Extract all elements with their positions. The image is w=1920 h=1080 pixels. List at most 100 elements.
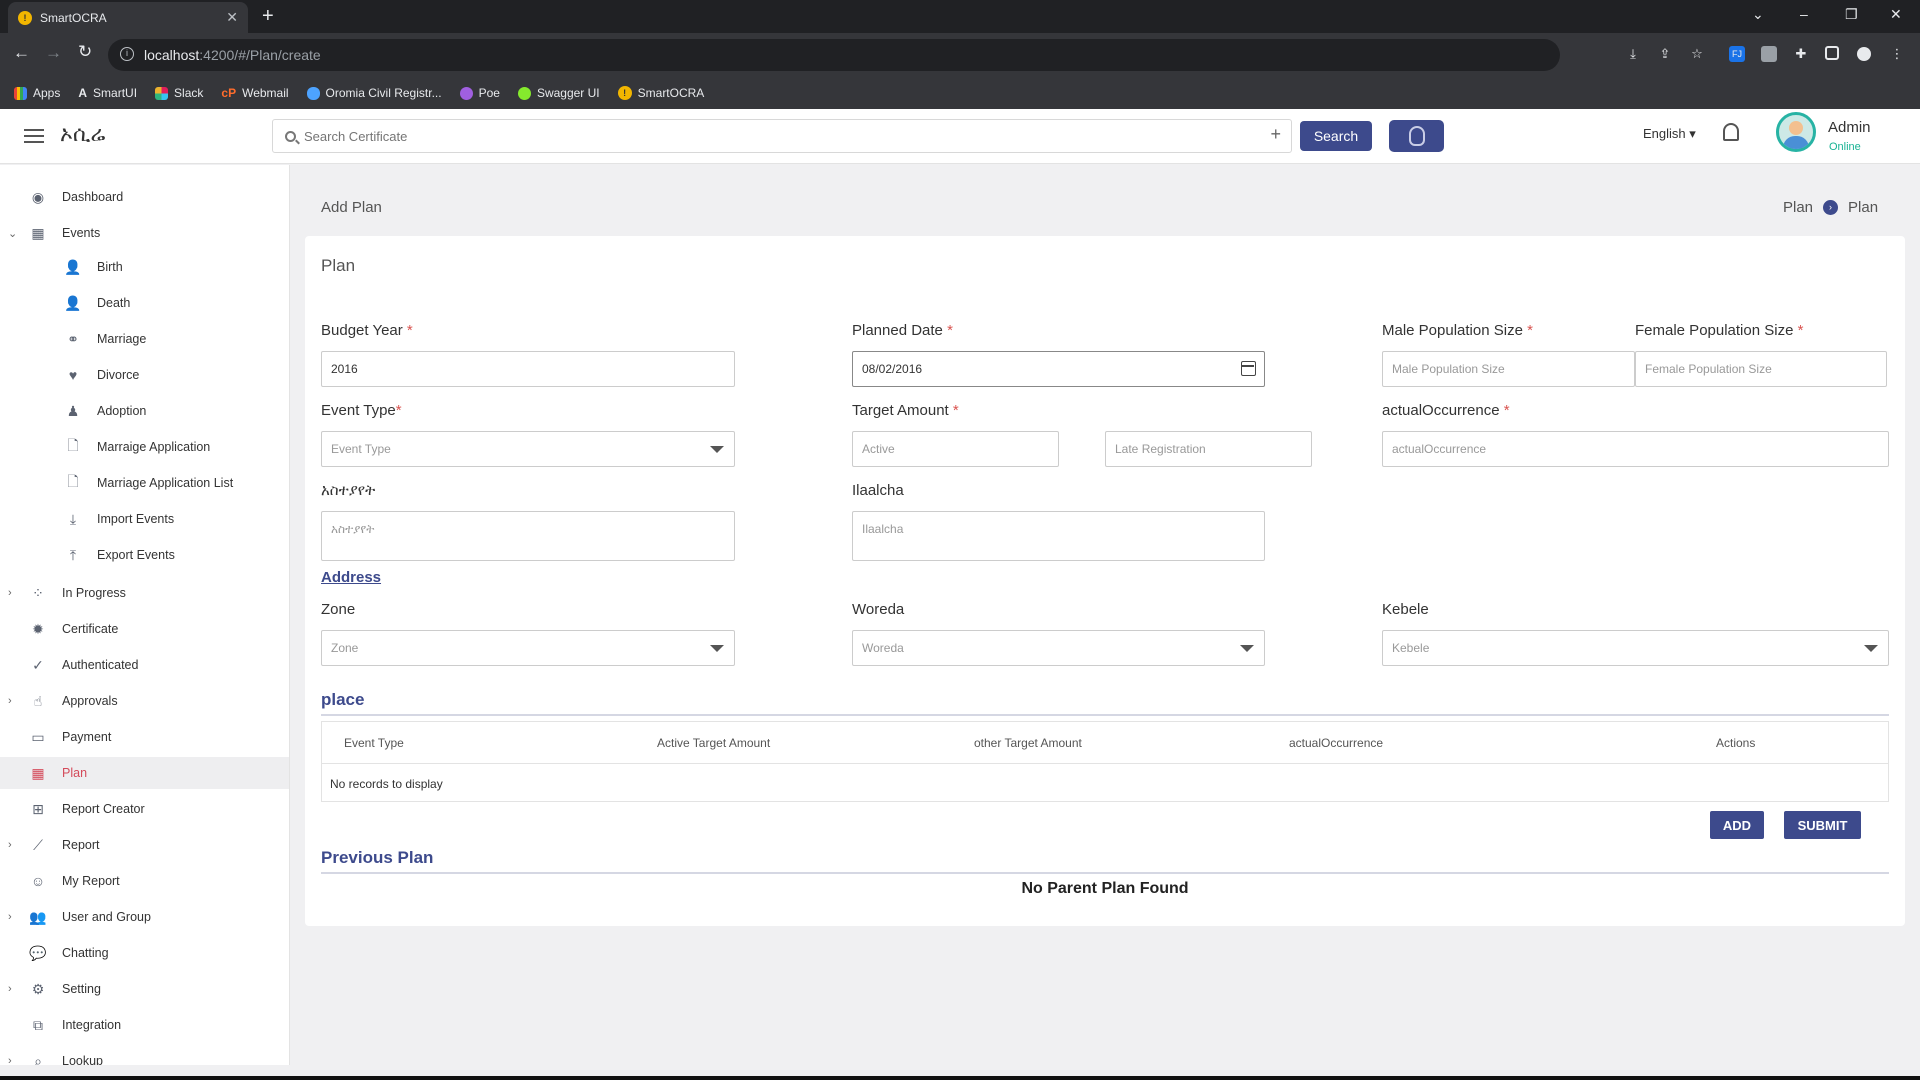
- bookmark-label: Webmail: [242, 86, 289, 100]
- site-info-icon[interactable]: i: [120, 47, 134, 61]
- minimize-icon[interactable]: –: [1800, 6, 1808, 22]
- forward-icon[interactable]: →: [45, 43, 62, 63]
- male-population-input[interactable]: Male Population Size: [1382, 351, 1635, 387]
- sidebar-item-my-report[interactable]: ☺ My Report: [0, 865, 289, 897]
- remark-om-textarea[interactable]: Ilaalcha: [852, 511, 1265, 561]
- url-bar[interactable]: i localhost:4200/#/Plan/create: [108, 39, 1560, 71]
- tab-search-chevron-icon[interactable]: ⌄: [1752, 6, 1764, 23]
- sidebar-item-birth[interactable]: 👤 Birth: [0, 251, 289, 283]
- avatar[interactable]: [1776, 112, 1816, 152]
- search-input[interactable]: [304, 128, 1204, 144]
- sidebar-item-in-progress[interactable]: › ⁘ In Progress: [0, 577, 289, 609]
- planned-date-input[interactable]: 08/02/2016: [852, 351, 1265, 387]
- active-target-input[interactable]: Active: [852, 431, 1059, 467]
- smile-icon: ☺: [30, 873, 46, 889]
- new-tab-icon[interactable]: +: [262, 5, 274, 28]
- share-icon[interactable]: ⇪: [1657, 46, 1673, 62]
- bookmark-slack[interactable]: Slack: [155, 86, 203, 100]
- sidebar-item-report[interactable]: › ⟋ Report: [0, 829, 289, 861]
- sidebar-item-authenticated[interactable]: ✓ Authenticated: [0, 649, 289, 681]
- bookmark-swagger[interactable]: Swagger UI: [517, 86, 600, 100]
- bookmark-apps[interactable]: Apps: [14, 86, 60, 100]
- browser-tab[interactable]: ! SmartOCRA ✕: [8, 2, 248, 33]
- search-button[interactable]: Search: [1300, 121, 1372, 151]
- column-header[interactable]: actualOccurrence: [1289, 736, 1383, 750]
- sidebar-item-marriage[interactable]: ⚭ Marriage: [0, 323, 289, 355]
- kebele-select[interactable]: Kebele: [1382, 630, 1889, 666]
- language-selector[interactable]: English ▾: [1643, 126, 1696, 142]
- sidebar-item-chatting[interactable]: 💬 Chatting: [0, 937, 289, 969]
- sidebar-item-export-events[interactable]: ⤒ Export Events: [0, 539, 289, 571]
- sidebar-item-death[interactable]: 👤 Death: [0, 287, 289, 319]
- woreda-select[interactable]: Woreda: [852, 630, 1265, 666]
- tab-title: SmartOCRA: [40, 10, 107, 25]
- sidebar-item-events[interactable]: ⌄ ▦ Events: [0, 217, 289, 249]
- breadcrumb-item[interactable]: Plan: [1783, 199, 1813, 216]
- extension-image-icon[interactable]: [1761, 46, 1777, 62]
- column-header[interactable]: Active Target Amount: [657, 736, 770, 750]
- budget-year-input[interactable]: 2016: [321, 351, 735, 387]
- sidebar-item-plan[interactable]: ▦ Plan: [0, 757, 289, 789]
- bookmark-star-icon[interactable]: ☆: [1689, 46, 1705, 62]
- late-registration-input[interactable]: Late Registration: [1105, 431, 1312, 467]
- poe-icon: [459, 86, 473, 100]
- sidebar-item-approvals[interactable]: › ☝ Approvals: [0, 685, 289, 717]
- calendar-icon[interactable]: [1241, 361, 1256, 376]
- sidebar-item-lookup[interactable]: › ⌕ Lookup: [0, 1045, 289, 1066]
- hamburger-menu-icon[interactable]: [24, 129, 44, 143]
- zone-select[interactable]: Zone: [321, 630, 735, 666]
- bookmark-webmail[interactable]: cP Webmail: [221, 86, 288, 100]
- sidebar-item-label: Lookup: [62, 1054, 104, 1065]
- file-icon: 🗋: [67, 437, 79, 453]
- restore-icon[interactable]: ❐: [1845, 6, 1858, 23]
- add-icon[interactable]: +: [1270, 124, 1281, 145]
- actual-occurrence-input[interactable]: actualOccurrence: [1382, 431, 1889, 467]
- reload-icon[interactable]: ↻: [78, 42, 92, 62]
- sidebar-item-setting[interactable]: › ⚙ Setting: [0, 973, 289, 1005]
- fingerprint-button[interactable]: [1389, 120, 1444, 152]
- address-link[interactable]: Address: [321, 569, 381, 586]
- upload-icon: ⤒: [69, 546, 77, 563]
- sidebar: ◉ Dashboard ⌄ ▦ Events 👤 Birth 👤 Death ⚭ Marri…: [0, 165, 290, 1065]
- bookmark-smartocra[interactable]: ! SmartOCRA: [617, 86, 704, 100]
- close-window-icon[interactable]: ✕: [1890, 6, 1902, 23]
- bookmark-smartui[interactable]: A SmartUI: [78, 86, 137, 100]
- caret-down-icon: ▾: [1689, 126, 1696, 141]
- sidebar-item-user-and-group[interactable]: › 👥 User and Group: [0, 901, 289, 933]
- user-plus-icon: 👤: [64, 258, 82, 275]
- column-header[interactable]: Event Type: [344, 736, 404, 750]
- extension-fj-icon[interactable]: FJ: [1729, 46, 1745, 62]
- sidebar-item-marraige-application[interactable]: 🗋 Marraige Application: [0, 431, 289, 463]
- sidebar-item-certificate[interactable]: ✹ Certificate: [0, 613, 289, 645]
- profile-icon[interactable]: [1857, 47, 1871, 61]
- bookmark-poe[interactable]: Poe: [459, 86, 500, 100]
- menu-dots-icon[interactable]: ⋮: [1889, 46, 1905, 62]
- column-header[interactable]: other Target Amount: [974, 736, 1082, 750]
- submit-button[interactable]: SUBMIT: [1784, 811, 1861, 839]
- sidebar-item-marriage-application-list[interactable]: 🗋 Marriage Application List: [0, 467, 289, 499]
- remark-am-textarea[interactable]: አስተያየት: [321, 511, 735, 561]
- sidebar-item-adoption[interactable]: ♟ Adoption: [0, 395, 289, 427]
- add-button[interactable]: ADD: [1710, 811, 1764, 839]
- sidebar-item-import-events[interactable]: ⤓ Import Events: [0, 503, 289, 535]
- sidebar-item-payment[interactable]: ▭ Payment: [0, 721, 289, 753]
- sidebar-item-label: Authenticated: [62, 658, 139, 672]
- side-panel-icon[interactable]: [1825, 46, 1839, 60]
- back-icon[interactable]: ←: [13, 43, 30, 63]
- extensions-puzzle-icon[interactable]: ✚: [1793, 46, 1809, 62]
- woreda-label: Woreda: [852, 601, 905, 618]
- bookmark-oromia[interactable]: Oromia Civil Registr...: [306, 86, 442, 100]
- sidebar-item-dashboard[interactable]: ◉ Dashboard: [0, 181, 289, 213]
- event-type-select[interactable]: Event Type: [321, 431, 735, 467]
- url-path: :4200/#/Plan/create: [199, 47, 321, 63]
- sidebar-item-integration[interactable]: ⧉ Integration: [0, 1009, 289, 1041]
- sidebar-item-label: Payment: [62, 730, 112, 744]
- sidebar-item-report-creator[interactable]: ⊞ Report Creator: [0, 793, 289, 825]
- place-divider: [321, 714, 1889, 716]
- install-icon[interactable]: ⤓: [1625, 46, 1641, 62]
- close-tab-icon[interactable]: ✕: [226, 9, 238, 26]
- female-population-input[interactable]: Female Population Size: [1635, 351, 1887, 387]
- notification-bell-icon[interactable]: [1723, 123, 1739, 141]
- app-logo[interactable]: ኦሲሬ: [60, 121, 105, 147]
- sidebar-item-divorce[interactable]: ♥ Divorce: [0, 359, 289, 391]
